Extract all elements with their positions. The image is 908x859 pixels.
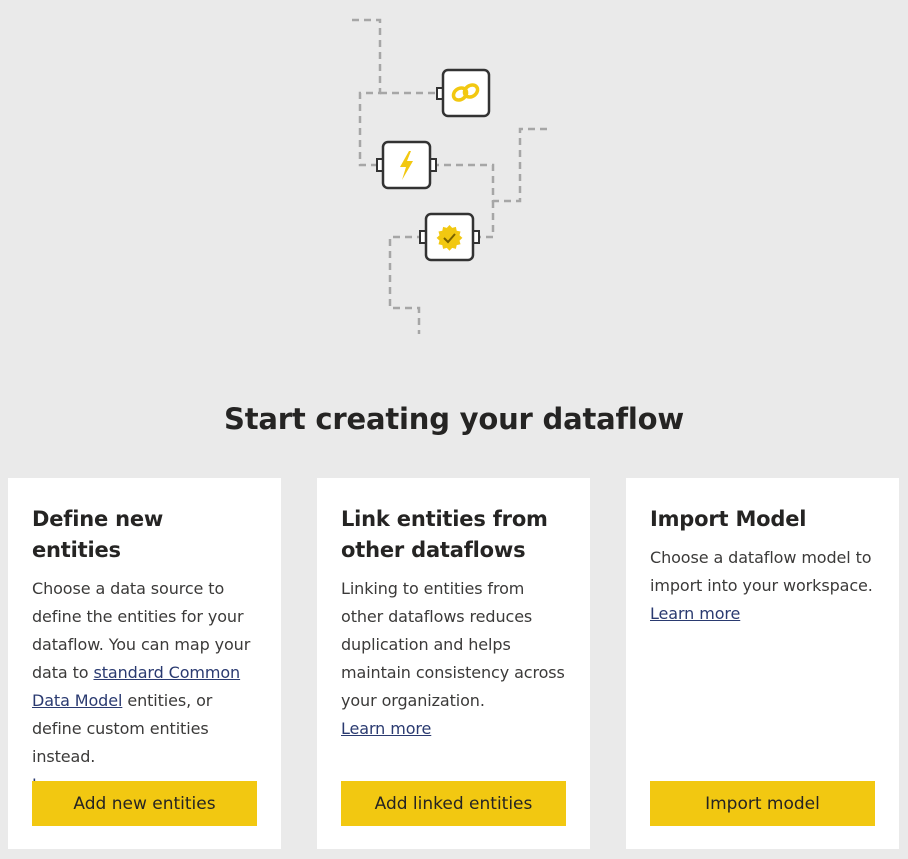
learn-more-link[interactable]: Learn more xyxy=(341,719,431,738)
lightning-node xyxy=(376,140,437,190)
add-new-entities-button[interactable]: Add new entities xyxy=(32,781,257,826)
link-entities-card: Link entities from other dataflows Linki… xyxy=(317,478,590,849)
link-node xyxy=(436,68,491,118)
card-title: Define new entities xyxy=(32,507,164,562)
badge-node xyxy=(419,212,480,262)
page-title: Start creating your dataflow xyxy=(224,402,684,436)
connector-line xyxy=(388,235,424,334)
add-linked-entities-button[interactable]: Add linked entities xyxy=(341,781,566,826)
connector-line xyxy=(478,201,495,239)
description-text: Choose a dataflow model to import into y… xyxy=(650,548,873,595)
learn-more-link[interactable]: Learn more xyxy=(650,604,740,623)
card-description: Linking to entities from other dataflows… xyxy=(341,575,566,743)
dataflow-illustration xyxy=(352,18,548,334)
define-new-entities-card: Define new entities Choose a data source… xyxy=(8,478,281,849)
card-title: Import Model xyxy=(650,507,807,531)
card-description: Choose a data source to define the entit… xyxy=(32,575,257,799)
connector-line xyxy=(432,127,548,203)
card-title: Link entities from other dataflows xyxy=(341,507,548,562)
description-text: Linking to entities from other dataflows… xyxy=(341,579,565,710)
import-model-card: Import Model Choose a dataflow model to … xyxy=(626,478,899,849)
import-model-button[interactable]: Import model xyxy=(650,781,875,826)
connector-line xyxy=(352,18,383,167)
card-description: Choose a dataflow model to import into y… xyxy=(650,544,875,628)
